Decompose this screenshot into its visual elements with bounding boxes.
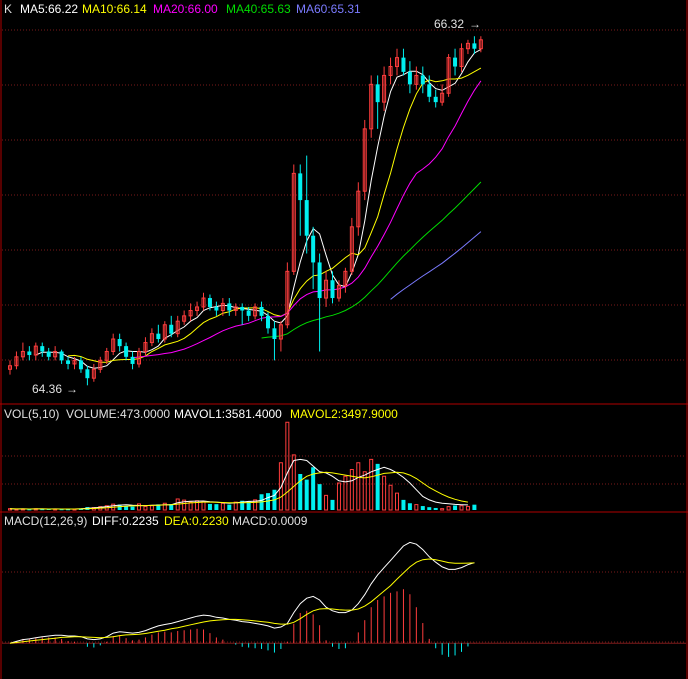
candle-body-down xyxy=(472,43,477,49)
candle-body-down xyxy=(259,306,264,316)
candle-body-down xyxy=(46,351,51,357)
legend-ma40: MA40:65.63 xyxy=(226,2,291,16)
candle-body-down xyxy=(401,57,406,72)
candle-body-down xyxy=(453,57,458,67)
legend-ma20: MA20:66.00 xyxy=(153,2,218,16)
volume-bar-down xyxy=(214,504,219,510)
volume-bar-down xyxy=(427,507,432,510)
high-price-arrow: → xyxy=(469,17,481,31)
volume-bar-down xyxy=(433,507,438,510)
volume-bar-down xyxy=(207,503,212,510)
high-price-marker: 66.32 → xyxy=(434,17,481,31)
candle-body-down xyxy=(156,333,161,340)
stock-chart: K MA5:66.22 MA10:66.14 MA20:66.00 MA40:6… xyxy=(0,0,688,679)
legend-ma10: MA10:66.14 xyxy=(82,2,147,16)
legend-diff: DIFF:0.2235 xyxy=(92,514,159,528)
candle-body-down xyxy=(375,84,380,103)
volume-bar-down xyxy=(330,499,335,510)
candle-body-down xyxy=(330,280,335,299)
volume-bar-down xyxy=(420,506,425,510)
candle-body-down xyxy=(59,351,64,361)
volume-panel-label: VOL(5,10) xyxy=(4,407,59,421)
candle-body-down xyxy=(214,306,219,311)
volume-bar-down xyxy=(304,479,309,510)
legend-macd: MACD:0.0009 xyxy=(232,514,308,528)
macd-legend: MACD(12,26,9) DIFF:0.2235 DEA:0.2230 MAC… xyxy=(4,514,308,528)
candle-body-down xyxy=(407,71,412,85)
candle-body-down xyxy=(124,346,129,357)
candle-body-down xyxy=(317,262,322,299)
legend-ma60: MA60:65.31 xyxy=(296,2,361,16)
candle-body-down xyxy=(117,339,122,347)
candle-body-down xyxy=(227,303,232,311)
legend-volume: VOLUME:473.0000 xyxy=(66,407,170,421)
legend-ma5: MA5:66.22 xyxy=(20,2,78,16)
volume-bar-down xyxy=(401,499,406,510)
low-price-marker: 64.36 → xyxy=(32,382,78,396)
candle-body-down xyxy=(246,310,251,316)
candle-body-down xyxy=(85,369,90,379)
legend-mavol2: MAVOL2:3497.9000 xyxy=(290,407,398,421)
volume-bar-down xyxy=(472,504,477,510)
volume-bar-down xyxy=(227,504,232,510)
volume-bar-down xyxy=(375,463,380,510)
legend-dea: DEA:0.2230 xyxy=(164,514,229,528)
candle-body-down xyxy=(420,75,425,85)
candle-body-down xyxy=(130,356,135,364)
candle-body-down xyxy=(427,84,432,97)
candle-body-down xyxy=(169,324,174,334)
candle-body-down xyxy=(240,306,245,311)
high-price-label: 66.32 xyxy=(434,17,464,31)
volume-bar-down xyxy=(130,506,135,510)
candle-body-down xyxy=(304,200,309,236)
macd-panel-label: MACD(12,26,9) xyxy=(4,514,87,528)
volume-bar-down xyxy=(453,505,458,510)
candle-body-down xyxy=(272,328,277,340)
legend-mavol1: MAVOL1:3581.4000 xyxy=(174,407,282,421)
candle-body-down xyxy=(27,351,32,356)
candle-body-down xyxy=(311,235,316,263)
price-legend: K MA5:66.22 MA10:66.14 MA20:66.00 MA40:6… xyxy=(4,2,361,16)
candle-body-down xyxy=(266,315,270,329)
volume-bar-down xyxy=(407,503,412,510)
candle-body-down xyxy=(207,298,212,307)
candle-body-down xyxy=(40,346,45,352)
candle-body-down xyxy=(78,360,83,370)
candle-body-down xyxy=(298,173,303,201)
low-price-label: 64.36 xyxy=(32,382,62,396)
candle-body-down xyxy=(433,96,438,103)
low-price-arrow: → xyxy=(66,382,78,396)
candle-body-down xyxy=(66,360,71,364)
volume-bar-down xyxy=(317,484,322,510)
chart-background xyxy=(0,0,688,679)
price-panel-label: K xyxy=(4,2,12,16)
